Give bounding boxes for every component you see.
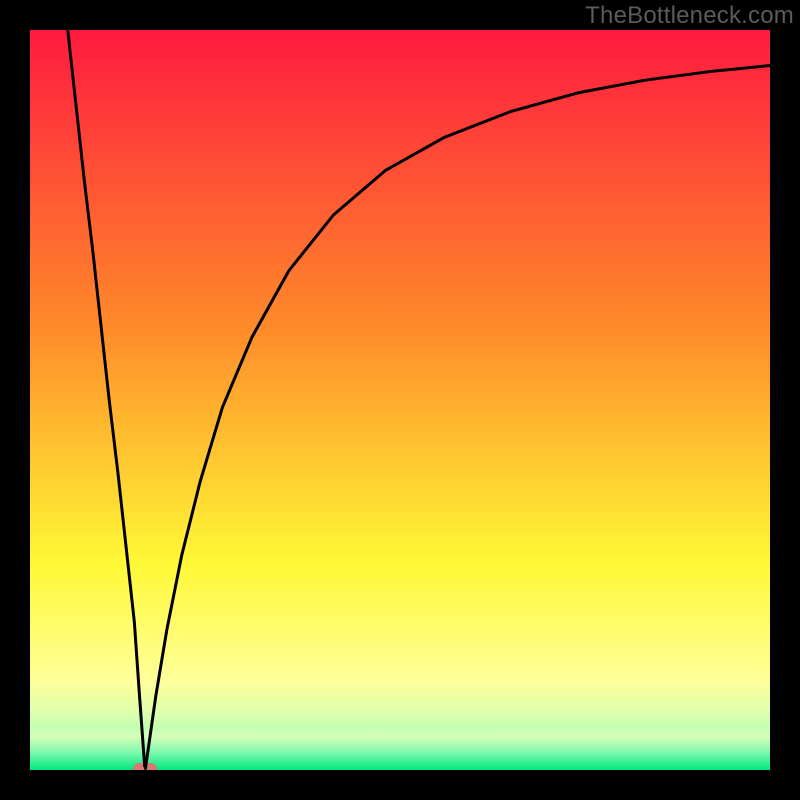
chart-frame: TheBottleneck.com [0, 0, 800, 800]
curve-left-branch [68, 30, 145, 766]
curve-right-branch [145, 66, 770, 769]
watermark-text: TheBottleneck.com [585, 2, 794, 30]
bottleneck-curve [30, 30, 770, 770]
plot-area [30, 30, 770, 770]
